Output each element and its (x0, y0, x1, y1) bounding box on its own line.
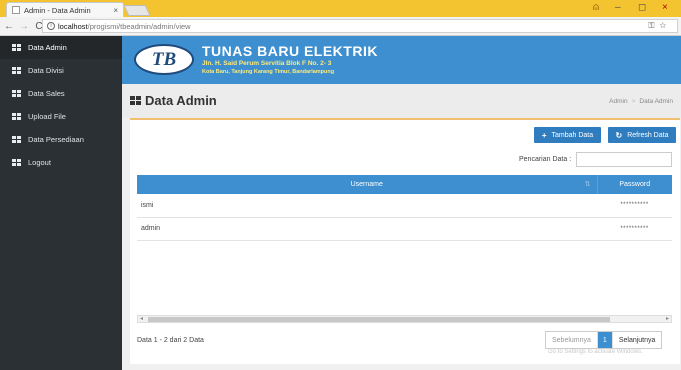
sidebar-item-data-sales[interactable]: Data Sales (0, 82, 122, 105)
company-name: TUNAS BARU ELEKTRIK (202, 43, 378, 59)
company-logo: TB (134, 44, 194, 75)
sidebar: Data Admin Data Divisi Data Sales Upload… (0, 36, 122, 370)
sidebar-item-data-persediaan[interactable]: Data Persediaan (0, 128, 122, 151)
grid-icon (130, 95, 141, 106)
table-row[interactable]: admin ********** (137, 217, 672, 241)
address-bar: ← → C i localhost/progismi/tbeadmin/admi… (0, 17, 681, 36)
url-action-icons[interactable]: ⚿☆ (648, 21, 671, 31)
page-title: Data Admin (130, 93, 217, 108)
plus-icon: + (541, 130, 547, 140)
scroll-left-icon[interactable]: ◂ (140, 315, 143, 322)
window-close-icon[interactable]: × (662, 2, 668, 13)
pagination: Sebelumnya 1 Selanjutnya (545, 331, 663, 349)
sidebar-item-label: Logout (28, 158, 51, 167)
page-title-text: Data Admin (145, 93, 217, 108)
site-info-icon[interactable]: i (47, 22, 55, 30)
url-path: /progismi/tbeadmin/admin/view (87, 21, 191, 31)
add-data-label: Tambah Data (551, 131, 594, 139)
cell-password: ********** (597, 217, 672, 241)
windows-activation-watermark: Go to Settings to activate Windows. (548, 349, 643, 355)
admin-table: Username ⇅ Password ismi ********** admi… (137, 175, 672, 241)
forward-arrow-icon[interactable]: → (18, 21, 30, 32)
grid-icon (12, 158, 21, 167)
maximize-icon[interactable]: ◻ (638, 2, 646, 13)
refresh-icon: ↻ (615, 130, 623, 140)
sidebar-item-label: Data Admin (28, 43, 67, 52)
table-info: Data 1 - 2 dari 2 Data (137, 337, 204, 344)
search-input[interactable] (576, 152, 672, 167)
scrollbar-thumb[interactable] (148, 317, 610, 322)
sidebar-item-upload-file[interactable]: Upload File (0, 105, 122, 128)
sidebar-item-label: Upload File (28, 112, 66, 121)
company-city: Kota Baru, Tanjung Karang Timur, Bandarl… (202, 69, 335, 75)
company-address: Jln. H. Said Perum Servitia Blok F No. 2… (202, 60, 332, 67)
grid-icon (12, 66, 21, 75)
column-header-username-label: Username (350, 181, 383, 188)
browser-tab-strip: Admin - Data Admin × ⍝ – ◻ × (0, 0, 681, 17)
cell-password: ********** (597, 194, 672, 218)
page-header: Data Admin Admin > Data Admin (122, 84, 681, 118)
cell-username: ismi (137, 194, 597, 218)
tab-title: Admin - Data Admin (24, 5, 91, 15)
horizontal-scrollbar[interactable]: ◂ ▸ (137, 315, 672, 323)
sidebar-item-label: Data Persediaan (28, 135, 84, 144)
grid-icon (12, 43, 21, 52)
content-panel: + Tambah Data ↻ Refresh Data Pencarian D… (130, 118, 680, 364)
back-arrow-icon[interactable]: ← (3, 21, 15, 32)
cell-username: admin (137, 217, 597, 241)
column-header-username[interactable]: Username ⇅ (137, 175, 597, 194)
search-label: Pencarian Data : (519, 156, 572, 163)
page-favicon-icon (12, 6, 20, 14)
sort-icon[interactable]: ⇅ (585, 180, 591, 188)
sidebar-item-data-admin[interactable]: Data Admin (0, 36, 122, 59)
minimize-icon[interactable]: – (615, 2, 621, 13)
scroll-right-icon[interactable]: ▸ (666, 315, 669, 322)
breadcrumb-data-admin: Data Admin (639, 98, 673, 105)
breadcrumb-admin[interactable]: Admin (609, 98, 627, 105)
sidebar-item-logout[interactable]: Logout (0, 151, 122, 174)
grid-icon (12, 112, 21, 121)
grid-icon (12, 89, 21, 98)
url-host: localhost (58, 21, 88, 31)
new-tab-button[interactable] (123, 5, 151, 16)
browser-tab[interactable]: Admin - Data Admin × (6, 2, 124, 17)
breadcrumb: Admin > Data Admin (609, 98, 673, 105)
previous-page-button[interactable]: Sebelumnya (546, 332, 598, 348)
refresh-data-button[interactable]: ↻ Refresh Data (608, 127, 676, 143)
sidebar-item-label: Data Divisi (28, 66, 64, 75)
next-page-button[interactable]: Selanjutnya (611, 332, 662, 348)
table-row[interactable]: ismi ********** (137, 194, 672, 218)
user-profile-icon[interactable]: ⍝ (593, 2, 599, 13)
sidebar-item-label: Data Sales (28, 89, 65, 98)
url-input[interactable]: i localhost/progismi/tbeadmin/admin/view… (42, 19, 678, 33)
add-data-button[interactable]: + Tambah Data (534, 127, 601, 143)
header-banner: TB TUNAS BARU ELEKTRIK Jln. H. Said Peru… (122, 36, 681, 84)
breadcrumb-separator: > (631, 98, 636, 105)
column-header-password[interactable]: Password (596, 175, 672, 194)
page-1-button[interactable]: 1 (597, 332, 612, 348)
grid-icon (12, 135, 21, 144)
tab-close-icon[interactable]: × (113, 6, 118, 15)
sidebar-item-data-divisi[interactable]: Data Divisi (0, 59, 122, 82)
refresh-data-label: Refresh Data (627, 131, 669, 139)
